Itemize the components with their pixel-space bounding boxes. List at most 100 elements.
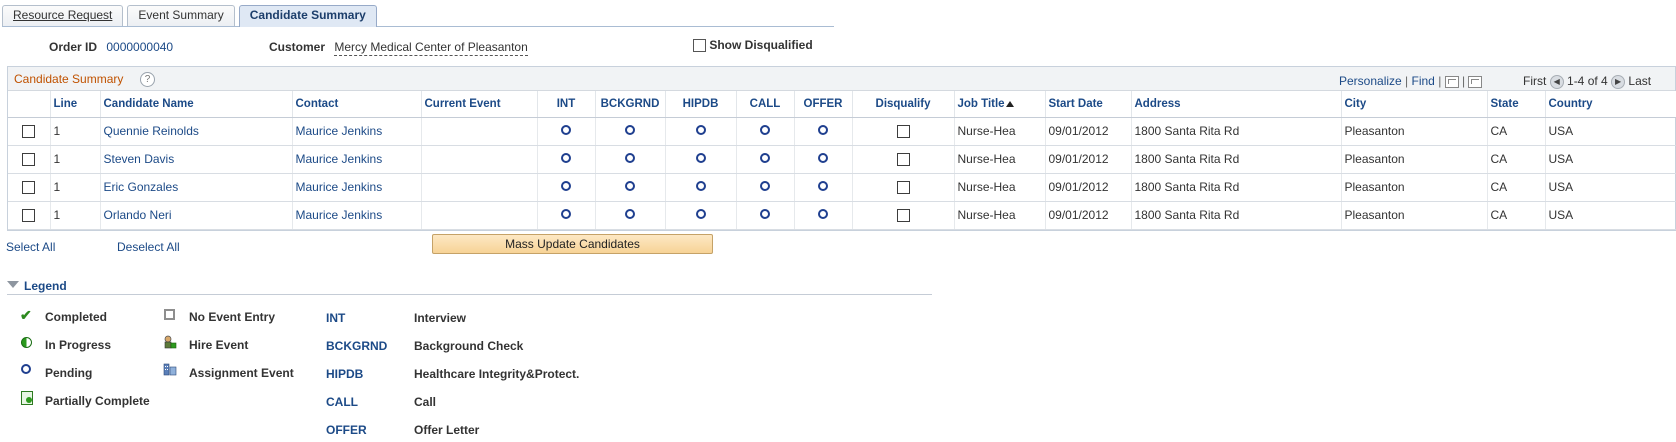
- pending-icon[interactable]: [760, 153, 770, 164]
- start-date-cell: 09/01/2012: [1045, 117, 1132, 146]
- col-hipdb[interactable]: HIPDB: [665, 91, 737, 118]
- pending-icon[interactable]: [625, 125, 635, 136]
- pending-icon[interactable]: [760, 209, 770, 220]
- contact-cell: Maurice Jenkins: [292, 117, 422, 146]
- table-row: 1 Steven Davis Maurice Jenkins Nurse-Hea…: [8, 145, 1676, 174]
- state-cell: CA: [1487, 201, 1546, 230]
- pending-icon[interactable]: [695, 125, 706, 136]
- legend-code-int: INT: [326, 311, 346, 325]
- col-line[interactable]: Line: [50, 91, 101, 118]
- pending-icon: [21, 364, 31, 374]
- col-offer[interactable]: OFFER: [794, 91, 853, 118]
- deselect-all-link[interactable]: Deselect All: [117, 240, 180, 254]
- job-title-cell: Nurse-Hea: [954, 173, 1046, 202]
- tab-candidate-summary[interactable]: Candidate Summary: [238, 5, 377, 27]
- pending-icon[interactable]: [695, 181, 706, 192]
- current-event-cell: [421, 145, 538, 174]
- bckgrnd-cell: [595, 145, 666, 174]
- tab-event-summary[interactable]: Event Summary: [127, 5, 235, 26]
- contact-link[interactable]: Maurice Jenkins: [296, 208, 383, 222]
- col-current-event[interactable]: Current Event: [421, 91, 538, 118]
- disqualify-checkbox[interactable]: [896, 153, 910, 167]
- row-select-checkbox[interactable]: [22, 209, 36, 223]
- download-icon[interactable]: [1468, 75, 1483, 88]
- legend-code-call: CALL: [326, 395, 358, 409]
- col-candidate-name[interactable]: Candidate Name: [100, 91, 293, 118]
- city-cell: Pleasanton: [1341, 173, 1488, 202]
- show-disqualified-checkbox[interactable]: [693, 39, 706, 53]
- hipdb-cell: [665, 173, 737, 202]
- pending-icon[interactable]: [561, 181, 571, 192]
- hipdb-cell: [665, 201, 737, 230]
- legend-partially-complete: Partially Complete: [45, 394, 150, 408]
- disqualify-cell: [852, 117, 955, 146]
- pending-icon[interactable]: [625, 181, 635, 192]
- candidate-name-link[interactable]: Orlando Neri: [104, 208, 172, 222]
- col-bckgrnd[interactable]: BCKGRND: [595, 91, 666, 118]
- pending-icon[interactable]: [625, 209, 635, 220]
- pending-icon[interactable]: [760, 181, 770, 192]
- pending-icon[interactable]: [561, 153, 571, 164]
- contact-link[interactable]: Maurice Jenkins: [296, 180, 383, 194]
- row-select-checkbox[interactable]: [22, 181, 36, 195]
- pending-icon[interactable]: [818, 125, 828, 136]
- tab-resource-request[interactable]: Resource Request: [2, 5, 124, 26]
- collapse-icon[interactable]: [7, 281, 19, 288]
- col-start-date[interactable]: Start Date: [1045, 91, 1132, 118]
- row-select-checkbox[interactable]: [22, 153, 36, 167]
- pending-icon[interactable]: [760, 125, 770, 136]
- separator: |: [1405, 74, 1409, 88]
- select-all-link[interactable]: Select All: [6, 240, 55, 254]
- table-row: 1 Quennie Reinolds Maurice Jenkins Nurse…: [8, 117, 1676, 146]
- pending-icon[interactable]: [818, 153, 828, 164]
- candidate-name-link[interactable]: Steven Davis: [104, 152, 175, 166]
- pending-icon[interactable]: [818, 209, 828, 220]
- col-country[interactable]: Country: [1545, 91, 1676, 118]
- mass-update-button[interactable]: Mass Update Candidates: [432, 234, 713, 254]
- pending-icon[interactable]: [561, 125, 571, 136]
- col-contact[interactable]: Contact: [292, 91, 422, 118]
- row-range: 1-4 of 4: [1567, 74, 1608, 88]
- offer-cell: [794, 201, 853, 230]
- pending-icon[interactable]: [625, 153, 635, 164]
- disqualify-checkbox[interactable]: [896, 125, 910, 139]
- grid-title: Candidate Summary: [14, 72, 124, 86]
- pending-icon[interactable]: [818, 181, 828, 192]
- offer-cell: [794, 145, 853, 174]
- col-int[interactable]: INT: [537, 91, 596, 118]
- row-select-checkbox[interactable]: [22, 125, 36, 139]
- contact-link[interactable]: Maurice Jenkins: [296, 124, 383, 138]
- show-disqualified-group: Show Disqualified: [693, 38, 813, 53]
- contact-link[interactable]: Maurice Jenkins: [296, 152, 383, 166]
- col-disqualify[interactable]: Disqualify: [852, 91, 955, 118]
- candidate-name-link[interactable]: Quennie Reinolds: [104, 124, 199, 138]
- help-icon[interactable]: ?: [140, 72, 155, 87]
- row-select-cell: [8, 145, 51, 174]
- col-address[interactable]: Address: [1131, 91, 1342, 118]
- pending-icon[interactable]: [561, 209, 571, 220]
- legend-code-bckgrnd: BCKGRND: [326, 339, 388, 353]
- city-cell: Pleasanton: [1341, 117, 1488, 146]
- candidate-name-link[interactable]: Eric Gonzales: [104, 180, 179, 194]
- col-select: [8, 91, 51, 118]
- col-city[interactable]: City: [1341, 91, 1488, 118]
- pending-icon[interactable]: [695, 209, 706, 220]
- call-cell: [736, 201, 795, 230]
- personalize-link[interactable]: Personalize: [1339, 74, 1402, 88]
- disqualify-checkbox[interactable]: [896, 209, 910, 223]
- previous-icon[interactable]: ◀: [1549, 74, 1564, 89]
- separator: |: [1438, 74, 1442, 88]
- col-call[interactable]: CALL: [736, 91, 795, 118]
- new-window-icon[interactable]: [1444, 75, 1459, 88]
- row-select-cell: [8, 117, 51, 146]
- col-job-title[interactable]: Job Title: [954, 91, 1046, 118]
- row-select-cell: [8, 173, 51, 202]
- col-state[interactable]: State: [1487, 91, 1546, 118]
- call-cell: [736, 173, 795, 202]
- order-id-link[interactable]: 0000000040: [106, 40, 173, 54]
- find-link[interactable]: Find: [1412, 74, 1435, 88]
- disqualify-checkbox[interactable]: [896, 181, 910, 195]
- legend-header[interactable]: Legend: [7, 279, 932, 295]
- next-icon[interactable]: ▶: [1611, 74, 1626, 89]
- pending-icon[interactable]: [695, 153, 706, 164]
